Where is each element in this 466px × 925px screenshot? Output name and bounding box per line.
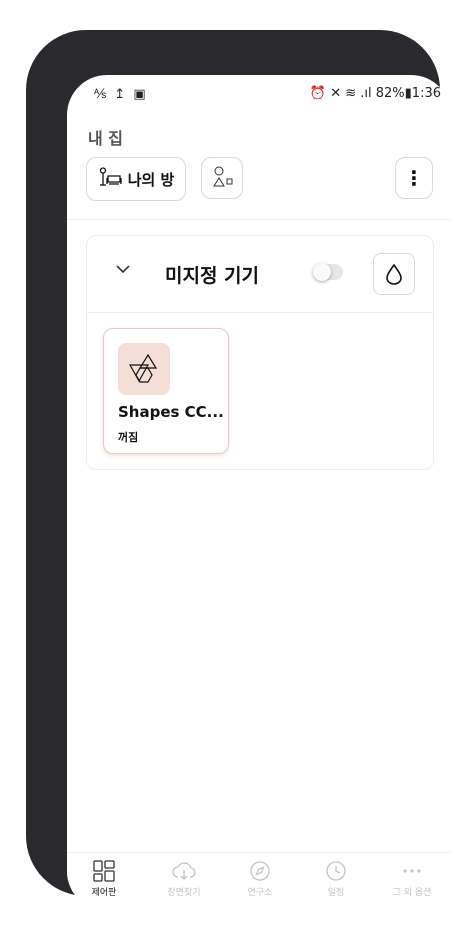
nav-item-lab[interactable]: 연구소 — [225, 859, 295, 898]
device-group-card: 미지정 기기 Shapes CC... 꺼짐 — [86, 235, 434, 470]
nav-label: 제어판 — [91, 888, 117, 898]
shapes-button[interactable] — [201, 157, 243, 199]
room-label: 나의 방 — [127, 170, 175, 189]
room-selector-button[interactable]: 나의 방 — [86, 157, 186, 201]
device-status: 꺼짐 — [118, 431, 139, 444]
device-icon-box — [118, 343, 170, 395]
status-right: ⏰ ✕ ≋ .ıl 82%▮1:36 — [310, 86, 441, 101]
group-name: 미지정 기기 — [165, 265, 260, 287]
nav-item-more[interactable]: 그 외 옵션 — [377, 859, 447, 898]
device-name: Shapes CC... — [118, 403, 224, 421]
dashboard-icon — [69, 859, 139, 883]
humidity-button[interactable] — [373, 253, 415, 295]
phone-frame: ⅍ ↥ ▣ ⏰ ✕ ≋ .ıl 82%▮1:36 내 집 나의 방 ⋮ 미지정 … — [26, 30, 451, 911]
status-battery-time: 82%▮1:36 — [375, 86, 441, 101]
status-signal: ⏰ ✕ ≋ .ıl — [309, 86, 372, 101]
header-divider — [67, 219, 451, 220]
vertical-dots-icon: ⋮ — [404, 166, 424, 190]
nav-label: 그 외 옵션 — [392, 888, 432, 898]
water-drop-icon — [386, 263, 402, 285]
room-icon — [98, 167, 122, 191]
clock-icon — [301, 859, 371, 883]
more-options-button[interactable]: ⋮ — [395, 157, 433, 199]
app-screen: ⅍ ↥ ▣ ⏰ ✕ ≋ .ıl 82%▮1:36 내 집 나의 방 ⋮ 미지정 … — [67, 75, 451, 911]
nav-item-schedule[interactable]: 일정 — [301, 859, 371, 898]
nav-label: 장면찾기 — [167, 888, 201, 898]
status-left-icons: ⅍ ↥ ▣ — [94, 87, 148, 102]
status-bar: ⅍ ↥ ▣ ⏰ ✕ ≋ .ıl 82%▮1:36 — [67, 83, 451, 107]
home-title[interactable]: 내 집 — [88, 125, 123, 149]
nav-label: 일정 — [327, 888, 345, 898]
device-tile[interactable]: Shapes CC... 꺼짐 — [103, 328, 229, 454]
shapes-icon — [213, 166, 233, 187]
compass-icon — [225, 859, 295, 883]
group-power-toggle[interactable] — [313, 263, 343, 281]
bottom-navigation: 제어판 장면찾기 연구소 일정 그 외 옵션 — [67, 852, 451, 911]
download-cloud-icon — [149, 859, 219, 883]
nav-label: 연구소 — [247, 888, 273, 898]
more-dots-icon — [377, 859, 447, 883]
chevron-down-icon[interactable] — [114, 260, 132, 278]
group-header: 미지정 기기 — [87, 236, 433, 313]
shapes-device-icon — [128, 353, 158, 383]
nav-item-dashboard[interactable]: 제어판 — [69, 859, 139, 898]
nav-item-scenes[interactable]: 장면찾기 — [149, 859, 219, 898]
